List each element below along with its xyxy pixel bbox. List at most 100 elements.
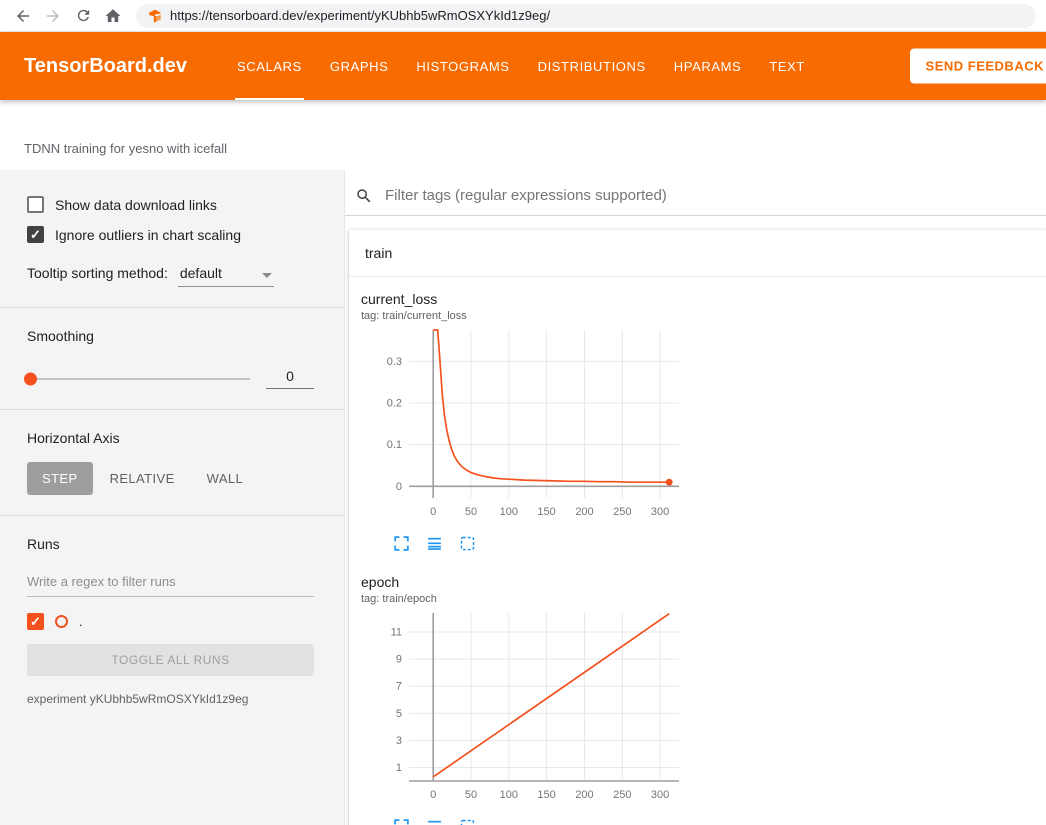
runs-filter-input[interactable]: [27, 570, 314, 597]
tab-distributions[interactable]: DISTRIBUTIONS: [524, 32, 660, 100]
svg-text:150: 150: [537, 506, 555, 518]
show-download-links-row[interactable]: Show data download links: [27, 196, 314, 213]
chart-toolbar: [393, 535, 701, 552]
settings-sidebar: Show data download links Ignore outliers…: [0, 170, 345, 825]
chart-tag: tag: train/epoch: [361, 593, 701, 605]
log-scale-icon[interactable]: [426, 535, 443, 552]
experiment-description: TDNN training for yesno with icefall: [24, 141, 227, 156]
charts-grid: current_losstag: train/current_loss00.10…: [349, 277, 1046, 825]
svg-text:9: 9: [396, 654, 402, 666]
horizontal-axis-buttons: STEP RELATIVE WALL: [27, 462, 314, 495]
divider: [0, 409, 344, 410]
nav-tabs: SCALARS GRAPHS HISTOGRAMS DISTRIBUTIONS …: [223, 32, 819, 100]
svg-text:50: 50: [465, 789, 477, 801]
smoothing-label: Smoothing: [27, 328, 314, 344]
divider: [0, 307, 344, 308]
refresh-icon[interactable]: [70, 3, 96, 29]
axis-relative-button[interactable]: RELATIVE: [95, 462, 190, 495]
log-scale-icon[interactable]: [426, 818, 443, 825]
address-bar[interactable]: https://tensorboard.dev/experiment/yKUbh…: [136, 4, 1036, 28]
svg-text:250: 250: [613, 506, 631, 518]
checkbox-checked-icon[interactable]: [27, 226, 44, 243]
svg-text:100: 100: [500, 506, 518, 518]
app-header: TensorBoard.dev SCALARS GRAPHS HISTOGRAM…: [0, 32, 1046, 100]
chart-tag: tag: train/current_loss: [361, 310, 701, 322]
chart-plot[interactable]: 1 3 5 7 9 11 0 50 100 150 200 250 300: [361, 607, 701, 816]
tag-filter-input[interactable]: [383, 186, 1046, 205]
tag-filter-row: [345, 170, 1046, 216]
fit-domain-icon[interactable]: [459, 535, 476, 552]
tab-text[interactable]: TEXT: [755, 32, 819, 100]
ignore-outliers-label: Ignore outliers in chart scaling: [55, 227, 241, 243]
chevron-down-icon: [262, 273, 272, 278]
smoothing-value[interactable]: 0: [266, 368, 314, 389]
back-icon[interactable]: [10, 3, 36, 29]
chart-current_loss: current_losstag: train/current_loss00.10…: [353, 277, 701, 554]
run-name: .: [79, 614, 83, 629]
tooltip-sorting-value: default: [180, 265, 222, 281]
chart-title: epoch: [361, 574, 701, 590]
svg-text:200: 200: [575, 789, 593, 801]
svg-text:100: 100: [500, 789, 518, 801]
svg-text:11: 11: [391, 627, 402, 639]
chart-plot[interactable]: 0 0.1 0.2 0.3 0 50 100 150 200 250 300: [361, 324, 701, 533]
tab-graphs[interactable]: GRAPHS: [316, 32, 403, 100]
svg-text:5: 5: [396, 708, 402, 720]
chart-toolbar: [393, 818, 701, 825]
axis-step-button[interactable]: STEP: [27, 462, 93, 495]
forward-icon[interactable]: [40, 3, 66, 29]
svg-text:7: 7: [396, 681, 402, 693]
smoothing-slider[interactable]: [27, 378, 250, 380]
send-feedback-button[interactable]: SEND FEEDBACK: [910, 49, 1046, 84]
svg-text:200: 200: [575, 506, 593, 518]
svg-text:300: 300: [651, 789, 669, 801]
checkbox-unchecked-icon[interactable]: [27, 196, 44, 213]
tab-scalars[interactable]: SCALARS: [223, 32, 316, 100]
svg-text:150: 150: [537, 789, 555, 801]
toggle-all-runs-button[interactable]: TOGGLE ALL RUNS: [27, 644, 314, 676]
ignore-outliers-row[interactable]: Ignore outliers in chart scaling: [27, 226, 314, 243]
svg-text:1: 1: [396, 762, 402, 774]
run-row[interactable]: .: [27, 613, 314, 630]
chart-title: current_loss: [361, 291, 701, 307]
tooltip-sorting-row: Tooltip sorting method: default: [27, 263, 314, 287]
search-icon: [355, 187, 373, 205]
expand-chart-icon[interactable]: [393, 818, 410, 825]
run-color-swatch-icon: [55, 615, 68, 628]
svg-text:0: 0: [430, 506, 436, 518]
browser-chrome: https://tensorboard.dev/experiment/yKUbh…: [0, 0, 1046, 32]
horizontal-axis-label: Horizontal Axis: [27, 430, 314, 446]
section-title[interactable]: train: [349, 230, 1046, 277]
svg-text:50: 50: [465, 506, 477, 518]
svg-text:300: 300: [651, 506, 669, 518]
experiment-description-bar: TDNN training for yesno with icefall: [0, 100, 1046, 170]
tooltip-sorting-select[interactable]: default: [178, 263, 274, 287]
experiment-caption: experiment yKUbhb5wRmOSXYkId1z9eg: [27, 692, 314, 706]
main-panel: train current_loss tag: train/current_los…: [345, 170, 1046, 825]
runs-label: Runs: [27, 536, 314, 552]
brand-logo: TensorBoard.dev: [24, 55, 187, 78]
url-text: https://tensorboard.dev/experiment/yKUbh…: [170, 8, 550, 23]
svg-text:0.3: 0.3: [387, 356, 402, 368]
tab-hparams[interactable]: HPARAMS: [660, 32, 756, 100]
divider: [0, 515, 344, 516]
fit-domain-icon[interactable]: [459, 818, 476, 825]
tooltip-sorting-label: Tooltip sorting method:: [27, 265, 168, 281]
slider-thumb[interactable]: [24, 372, 37, 385]
chart-epoch: epoch tag: train/epoch 1 3 5 7 9 11 0 50 100 150 200…: [353, 560, 701, 825]
train-section-card: train current_loss tag: train/current_los…: [349, 230, 1046, 825]
content: Show data download links Ignore outliers…: [0, 170, 1046, 825]
svg-text:0: 0: [430, 789, 436, 801]
show-download-links-label: Show data download links: [55, 197, 217, 213]
tab-histograms[interactable]: HISTOGRAMS: [402, 32, 523, 100]
smoothing-slider-row: 0: [27, 368, 314, 389]
run-checkbox-icon[interactable]: [27, 613, 44, 630]
svg-text:3: 3: [396, 735, 402, 747]
axis-wall-button[interactable]: WALL: [192, 462, 259, 495]
home-icon[interactable]: [100, 3, 126, 29]
svg-text:0.2: 0.2: [387, 398, 402, 410]
expand-chart-icon[interactable]: [393, 535, 410, 552]
svg-text:0.1: 0.1: [387, 439, 402, 451]
svg-text:250: 250: [613, 789, 631, 801]
svg-text:0: 0: [396, 481, 402, 493]
